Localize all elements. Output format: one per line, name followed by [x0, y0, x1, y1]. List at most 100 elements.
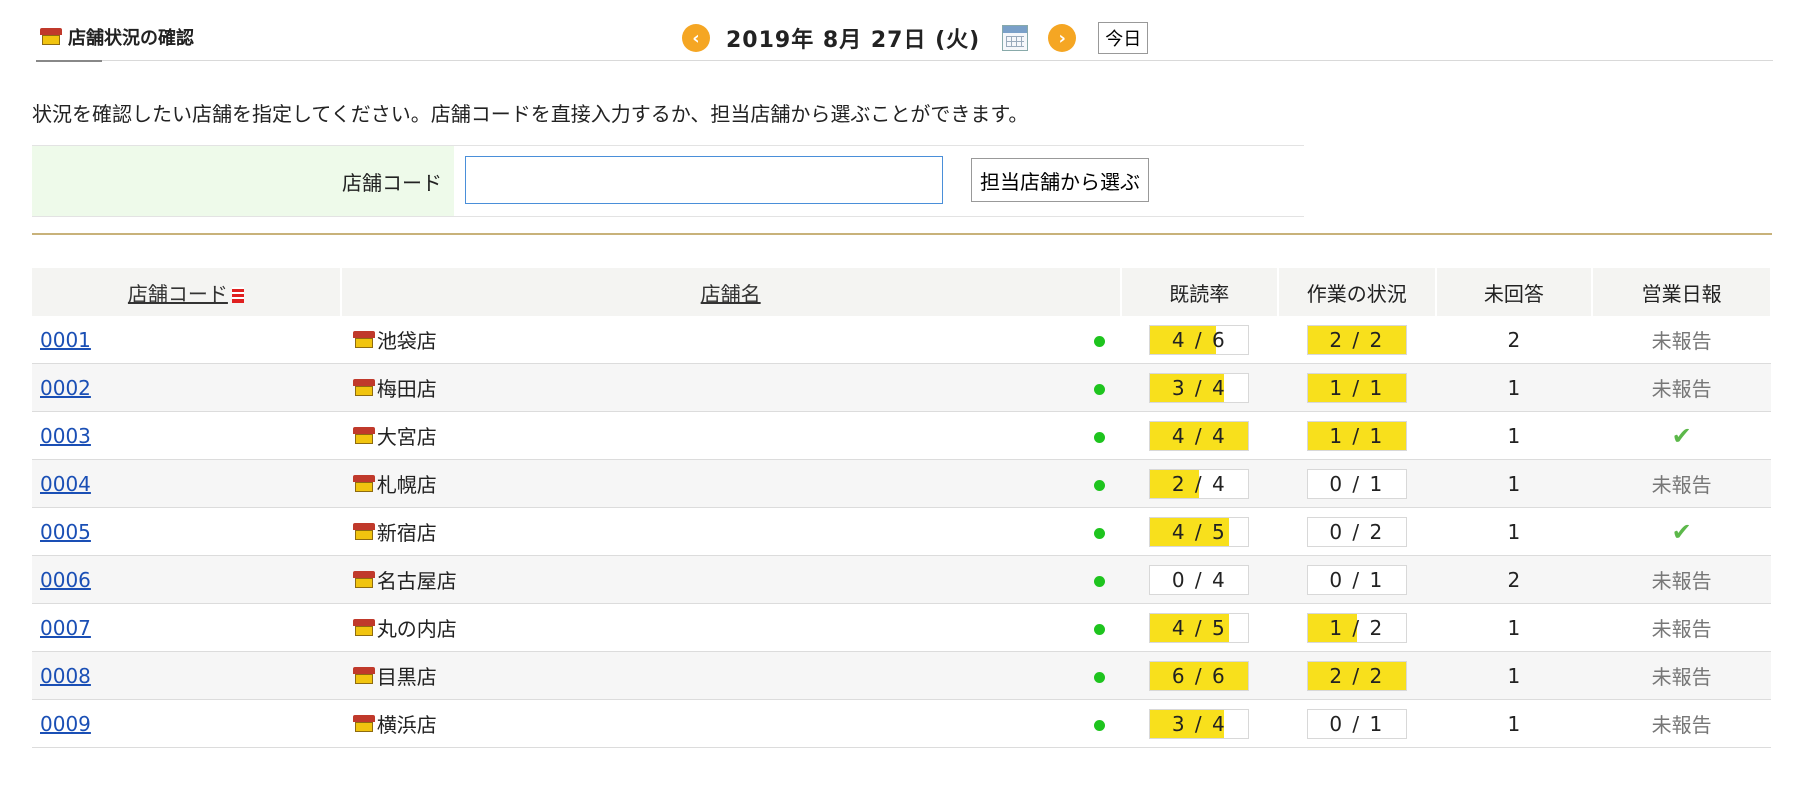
store-code-link[interactable]: 0003: [32, 424, 91, 448]
read-rate-value: 0 / 4: [1171, 567, 1227, 592]
table-row: 0009 横浜店 3 / 4 0 / 1 1 未報告: [32, 699, 1771, 748]
read-rate-bar: 2 / 4: [1149, 468, 1250, 499]
store-icon: [352, 522, 375, 541]
store-name: 池袋店: [376, 329, 437, 353]
unanswered-count: 1: [1435, 507, 1593, 556]
store-name: 新宿店: [376, 521, 437, 545]
store-name: 横浜店: [376, 713, 437, 737]
store-code-cell: 0007: [32, 603, 341, 652]
status-dot-icon: [1093, 576, 1105, 587]
chevron-left-icon[interactable]: ‹: [682, 24, 710, 52]
chevron-right-icon[interactable]: ›: [1048, 24, 1077, 52]
column-header-unanswered: 未回答: [1435, 268, 1594, 316]
work-status-value: 2 / 2: [1329, 327, 1385, 352]
read-rate-value: 4 / 4: [1171, 423, 1227, 448]
today-button[interactable]: 今日: [1098, 22, 1149, 54]
store-code-cell: 0006: [32, 555, 341, 604]
daily-report-cell: ✔: [1592, 411, 1771, 460]
column-header-read-rate: 既読率: [1120, 268, 1280, 316]
daily-report-status: 未報告: [1651, 377, 1712, 401]
read-rate-value: 4 / 5: [1171, 615, 1227, 640]
read-rate-cell: 4 / 6: [1120, 316, 1279, 364]
unanswered-count: 1: [1435, 363, 1593, 412]
page-header: 店舗状況の確認 ‹ 2019年 8月 27日 (火) › 今日: [0, 0, 1801, 62]
daily-report-cell: 未報告: [1592, 651, 1771, 700]
read-rate-bar: 4 / 6: [1149, 324, 1250, 355]
store-code-label: 店舗コード: [32, 146, 454, 216]
store-code-link[interactable]: 0002: [32, 376, 91, 400]
work-status-cell: 1 / 1: [1278, 363, 1436, 412]
work-status-cell: 1 / 1: [1278, 411, 1436, 460]
store-code-input[interactable]: [465, 156, 943, 204]
store-name-cell: 池袋店: [340, 316, 1121, 364]
read-rate-value: 6 / 6: [1171, 663, 1227, 688]
daily-report-status: 未報告: [1651, 713, 1712, 737]
store-code-link[interactable]: 0004: [32, 472, 91, 496]
work-status-value: 0 / 1: [1329, 471, 1385, 496]
status-dot-icon: [1093, 384, 1105, 395]
store-code-link[interactable]: 0001: [32, 328, 91, 352]
daily-report-cell: 未報告: [1592, 555, 1771, 604]
sort-by-store-code-link[interactable]: 店舗コード: [128, 282, 228, 306]
read-rate-bar: 4 / 5: [1149, 612, 1250, 643]
read-rate-cell: 6 / 6: [1120, 651, 1279, 700]
header-divider: [36, 60, 1773, 61]
store-name-cell: 大宮店: [340, 411, 1121, 460]
work-status-cell: 0 / 1: [1278, 459, 1436, 508]
status-dot-icon: [1093, 336, 1105, 347]
read-rate-bar: 3 / 4: [1149, 372, 1250, 403]
table-row: 0003 大宮店 4 / 4 1 / 1 1 ✔: [32, 411, 1771, 460]
work-status-bar: 1 / 2: [1306, 612, 1407, 643]
column-header-store-name[interactable]: 店舗名: [340, 268, 1122, 316]
read-rate-bar: 4 / 5: [1149, 516, 1250, 547]
store-code-link[interactable]: 0006: [32, 568, 91, 592]
store-code-link[interactable]: 0009: [32, 712, 91, 736]
daily-report-cell: 未報告: [1592, 316, 1771, 364]
store-code-link[interactable]: 0008: [32, 664, 91, 688]
daily-report-status: 未報告: [1651, 569, 1712, 593]
instruction-text: 状況を確認したい店舗を指定してください。店舗コードを直接入力するか、担当店舗から…: [32, 102, 1029, 126]
store-name: 名古屋店: [376, 569, 457, 593]
store-code-cell: 0002: [32, 363, 341, 412]
daily-report-cell: 未報告: [1592, 459, 1771, 508]
work-status-value: 1 / 2: [1329, 615, 1385, 640]
store-name: 目黒店: [376, 665, 437, 689]
sort-ascending-icon: [231, 286, 244, 303]
daily-report-cell: ✔: [1592, 507, 1771, 556]
calendar-icon[interactable]: [1002, 25, 1029, 51]
page-title: 店舗状況の確認: [40, 24, 194, 50]
pick-assigned-store-button[interactable]: 担当店舗から選ぶ: [971, 158, 1149, 202]
store-icon: [352, 378, 375, 397]
table-row: 0004 札幌店 2 / 4 0 / 1 1 未報告: [32, 459, 1771, 508]
table-row: 0008 目黒店 6 / 6 2 / 2 1 未報告: [32, 651, 1771, 700]
sort-by-store-name-link[interactable]: 店舗名: [701, 282, 761, 306]
read-rate-value: 3 / 4: [1171, 375, 1227, 400]
work-status-value: 1 / 1: [1329, 423, 1385, 448]
work-status-cell: 0 / 2: [1278, 507, 1436, 556]
work-status-cell: 2 / 2: [1278, 316, 1436, 364]
column-header-daily-report: 営業日報: [1592, 268, 1772, 316]
status-dot-icon: [1093, 672, 1105, 683]
checkmark-icon: ✔: [1671, 517, 1692, 546]
work-status-bar: 0 / 1: [1306, 564, 1407, 595]
table-header-row: 店舗コード 店舗名 既読率 作業の状況 未回答 営業日報: [32, 268, 1772, 316]
daily-report-cell: 未報告: [1592, 363, 1771, 412]
store-status-table: 店舗コード 店舗名 既読率 作業の状況 未回答 営業日報 0001 池袋店 4 / …: [32, 268, 1772, 748]
store-icon: [352, 714, 375, 733]
work-status-cell: 0 / 1: [1278, 699, 1436, 748]
store-code-link[interactable]: 0005: [32, 520, 91, 544]
checkmark-icon: ✔: [1671, 421, 1692, 450]
read-rate-cell: 2 / 4: [1120, 459, 1279, 508]
page-title-text: 店舗状況の確認: [68, 28, 194, 49]
work-status-bar: 0 / 1: [1306, 468, 1407, 499]
table-row: 0007 丸の内店 4 / 5 1 / 2 1 未報告: [32, 603, 1771, 652]
read-rate-cell: 4 / 5: [1120, 603, 1279, 652]
column-header-store-code[interactable]: 店舗コード: [32, 268, 342, 316]
work-status-value: 0 / 1: [1329, 711, 1385, 736]
status-dot-icon: [1093, 720, 1105, 731]
store-name-cell: 札幌店: [340, 459, 1121, 508]
daily-report-cell: 未報告: [1592, 699, 1771, 748]
work-status-bar: 0 / 2: [1306, 516, 1407, 547]
date-navigation: ‹ 2019年 8月 27日 (火) › 今日: [682, 22, 1149, 54]
store-code-link[interactable]: 0007: [32, 616, 91, 640]
